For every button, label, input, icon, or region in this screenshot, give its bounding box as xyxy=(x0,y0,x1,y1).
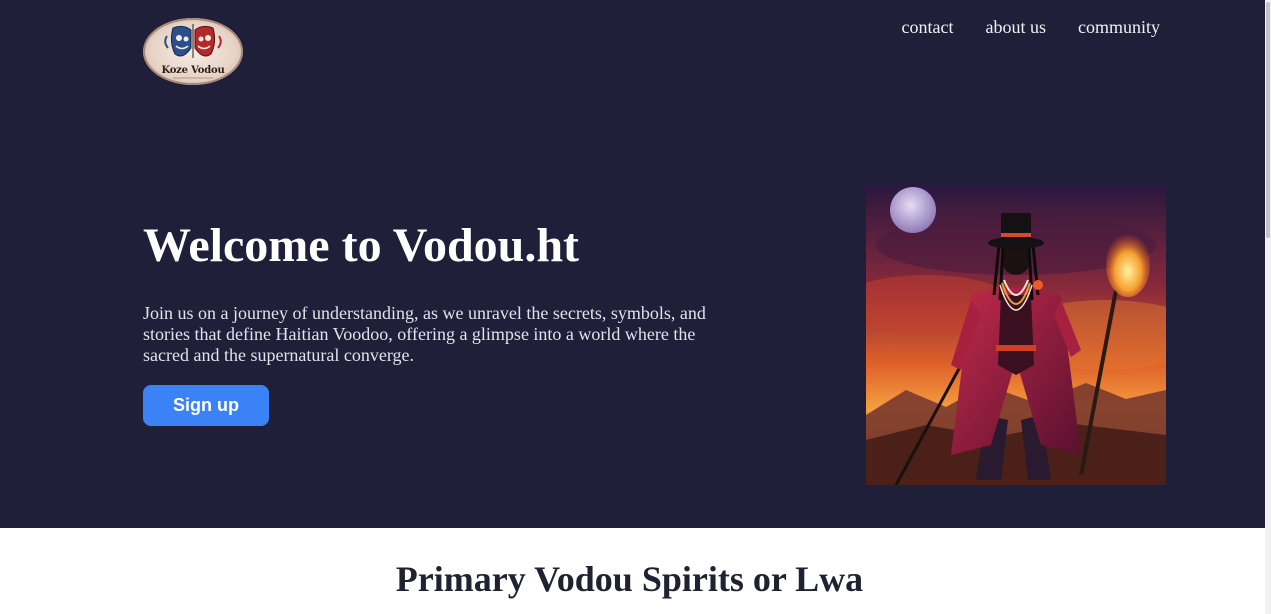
section-title: Primary Vodou Spirits or Lwa xyxy=(395,559,864,599)
scrollbar[interactable] xyxy=(1265,0,1271,614)
nav-contact[interactable]: contact xyxy=(902,17,954,38)
nav-community[interactable]: community xyxy=(1078,17,1160,38)
hero-image xyxy=(866,185,1166,485)
hero-section: Koze Vodou contact about us community We… xyxy=(0,0,1265,528)
site-logo[interactable]: Koze Vodou xyxy=(143,18,243,85)
logo-text: Koze Vodou xyxy=(161,65,225,76)
main-nav: contact about us community xyxy=(902,17,1160,38)
nav-about-us[interactable]: about us xyxy=(986,17,1047,38)
scrollbar-thumb[interactable] xyxy=(1266,2,1270,238)
hero-title: Welcome to Vodou.ht xyxy=(143,219,580,272)
signup-button[interactable]: Sign up xyxy=(143,385,269,426)
hero-description: Join us on a journey of understanding, a… xyxy=(143,303,706,365)
vodou-figure-illustration-icon xyxy=(866,185,1166,485)
